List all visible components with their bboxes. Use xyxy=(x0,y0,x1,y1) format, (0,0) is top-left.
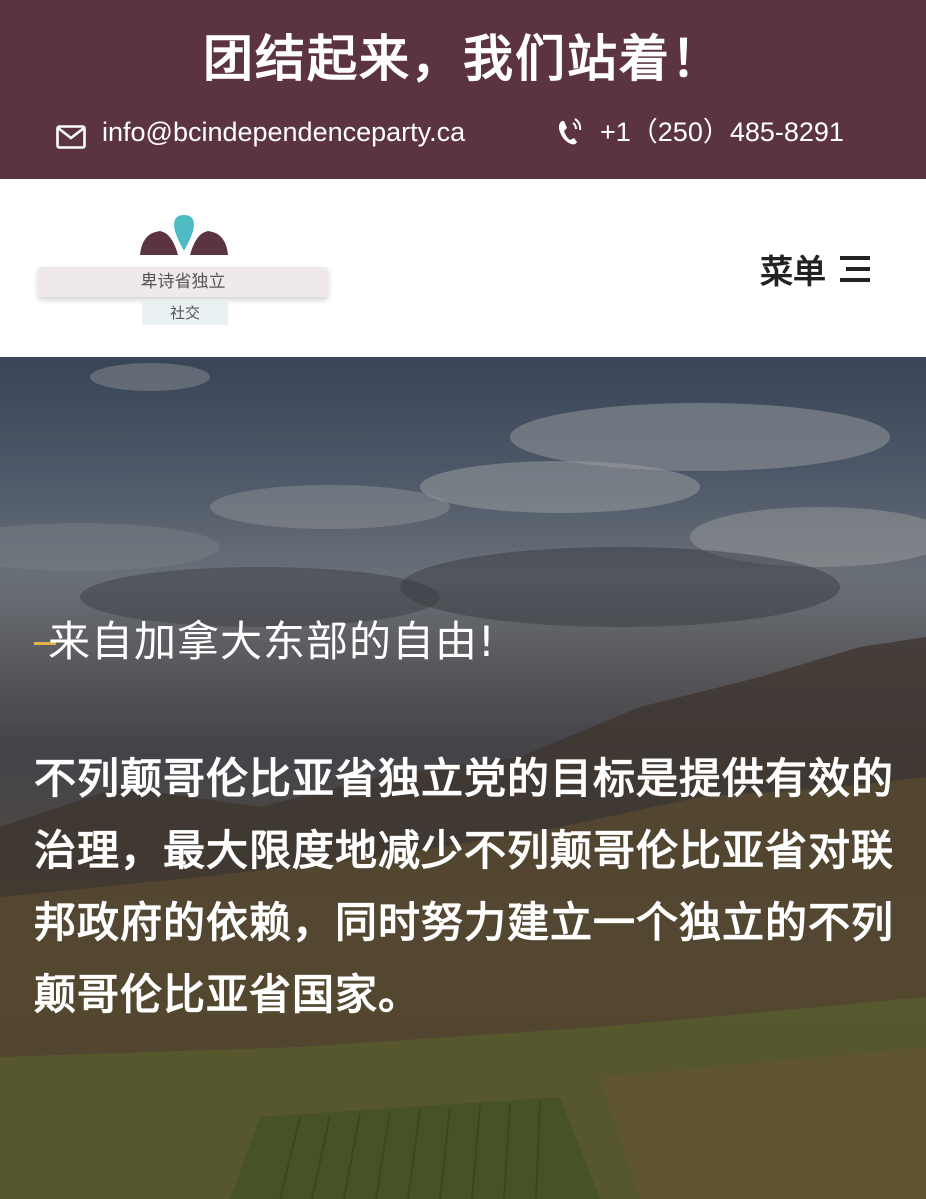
phone-text: +1（250）485-8291 xyxy=(600,117,844,147)
banner-title: 团结起来，我们站着！ xyxy=(203,30,723,88)
logo-text: 卑诗省独立 xyxy=(38,267,328,297)
email-text: info@bcindependenceparty.ca xyxy=(102,117,466,147)
hamburger-icon xyxy=(838,252,872,286)
site-header: 卑诗省独立 社交 菜单 xyxy=(0,179,926,357)
menu-button[interactable]: 菜单 xyxy=(760,247,872,291)
logo-drops-icon xyxy=(140,215,228,255)
envelope-icon xyxy=(56,120,86,149)
email-link[interactable]: info@bcindependenceparty.ca xyxy=(56,112,465,152)
hero-subtitle: 来自加拿大东部的自由! xyxy=(48,617,496,666)
top-banner: 团结起来，我们站着！ info@bcindependenceparty.ca +… xyxy=(0,0,926,179)
hero-body-text: 不列颠哥伦比亚省独立党的目标是提供有效的治理，最大限度地减少不列颠哥伦比亚省对联… xyxy=(34,754,895,1019)
hero-section: 来自加拿大东部的自由! 不列颠哥伦比亚省独立党的目标是提供有效的治理，最大限度地… xyxy=(0,357,926,1199)
logo[interactable]: 卑诗省独立 社交 xyxy=(34,209,334,329)
logo-tag: 社交 xyxy=(142,301,228,325)
contact-row: info@bcindependenceparty.ca +1（250）485-8… xyxy=(0,112,926,152)
menu-label: 菜单 xyxy=(760,252,826,291)
phone-link[interactable]: +1（250）485-8291 xyxy=(556,112,844,152)
phone-ringing-icon xyxy=(556,117,584,147)
